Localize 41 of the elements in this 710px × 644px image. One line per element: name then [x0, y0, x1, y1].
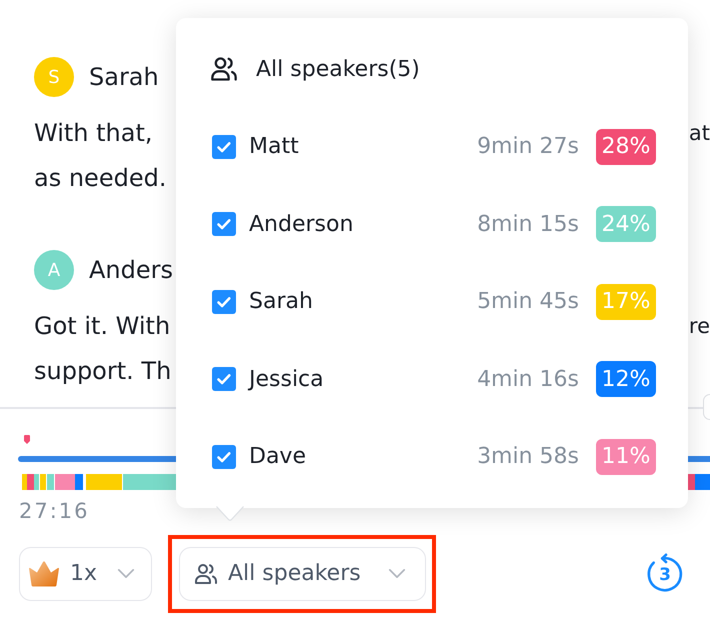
checkbox[interactable]	[212, 212, 236, 236]
share-badge: 11%	[596, 438, 656, 475]
transcript-text: at	[688, 120, 710, 144]
transcript-text: as needed.	[34, 164, 166, 192]
checkbox[interactable]	[212, 367, 236, 392]
people-icon	[210, 55, 238, 83]
transcript-text: re	[688, 314, 710, 338]
checkbox[interactable]	[212, 444, 236, 469]
speed-dropdown[interactable]: 1x	[19, 546, 152, 600]
speaker-name: Anders	[89, 256, 173, 284]
speaker-name: Dave	[249, 444, 307, 470]
speaker-name: Sarah	[89, 63, 159, 91]
chevron-down-icon	[388, 568, 406, 579]
checkbox[interactable]	[212, 290, 236, 314]
speaker-filter-dropdown[interactable]: All speakers	[179, 546, 426, 600]
speaking-duration: 5min 45s	[477, 289, 579, 314]
speaker-avatar: A	[34, 250, 74, 290]
speaker-name: Anderson	[249, 212, 354, 237]
speaking-duration: 4min 16s	[477, 366, 579, 392]
transcript-text: support. Th	[34, 356, 172, 384]
share-badge: 24%	[596, 206, 656, 242]
transcript-text: Got it. With	[34, 312, 170, 340]
share-badge: 17%	[596, 284, 656, 320]
speaking-duration: 9min 27s	[477, 134, 579, 160]
transcript-text: With that,	[34, 118, 152, 146]
speaker-avatar: S	[34, 57, 74, 97]
speaker-name: Jessica	[249, 366, 325, 392]
speaker-name: Matt	[249, 134, 300, 160]
share-badge: 28%	[596, 128, 656, 165]
playhead-marker-icon[interactable]	[24, 435, 30, 444]
chevron-down-icon	[117, 568, 135, 579]
speaker-name: Sarah	[249, 289, 314, 314]
round-handle[interactable]	[703, 394, 710, 420]
speaking-duration: 3min 58s	[477, 444, 579, 470]
speaking-duration: 8min 15s	[477, 212, 579, 237]
popup-title: All speakers(5)	[256, 56, 420, 82]
people-icon	[194, 562, 218, 586]
checkbox[interactable]	[212, 134, 236, 159]
share-badge: 12%	[596, 361, 656, 398]
crown-icon	[28, 560, 60, 587]
time-label: 27:16	[19, 499, 90, 523]
